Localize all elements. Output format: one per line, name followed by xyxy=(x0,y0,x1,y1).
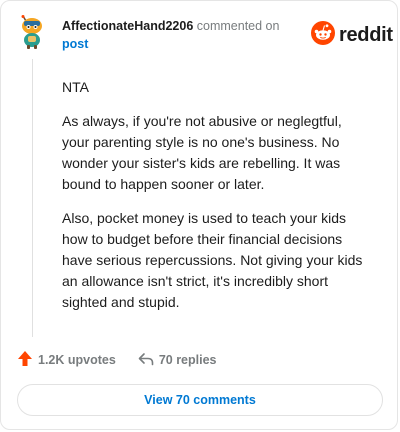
reddit-logo: reddit xyxy=(311,21,393,50)
reddit-wordmark: reddit xyxy=(339,24,393,46)
commented-on-text: commented on xyxy=(196,19,280,33)
avatar[interactable] xyxy=(17,15,47,49)
comment-actions: 1.2K upvotes 70 replies xyxy=(17,350,217,370)
reddit-alien-icon xyxy=(311,21,335,50)
comment-paragraph: NTA xyxy=(62,79,89,95)
view-comments-button[interactable]: View 70 comments xyxy=(17,384,383,416)
username[interactable]: AffectionateHand2206 xyxy=(62,19,193,33)
thread-line xyxy=(32,59,33,337)
reply-count: 70 replies xyxy=(158,353,217,367)
comment-header: AffectionateHand2206 commented on post xyxy=(62,17,302,53)
upvote-button[interactable]: 1.2K upvotes xyxy=(17,350,116,370)
comment-body: NTA As always, if you're not abusive or … xyxy=(62,77,372,326)
upvote-arrow-icon xyxy=(17,350,33,370)
post-link[interactable]: post xyxy=(62,35,302,53)
comment-paragraph: As always, if you're not abusive or negl… xyxy=(62,113,342,192)
comment-card: AffectionateHand2206 commented on post r… xyxy=(0,0,398,430)
comment-paragraph: Also, pocket money is used to teach your… xyxy=(62,210,363,310)
reply-arrow-icon xyxy=(138,352,154,369)
upvote-count: 1.2K upvotes xyxy=(38,353,116,367)
reply-button[interactable]: 70 replies xyxy=(138,352,217,369)
